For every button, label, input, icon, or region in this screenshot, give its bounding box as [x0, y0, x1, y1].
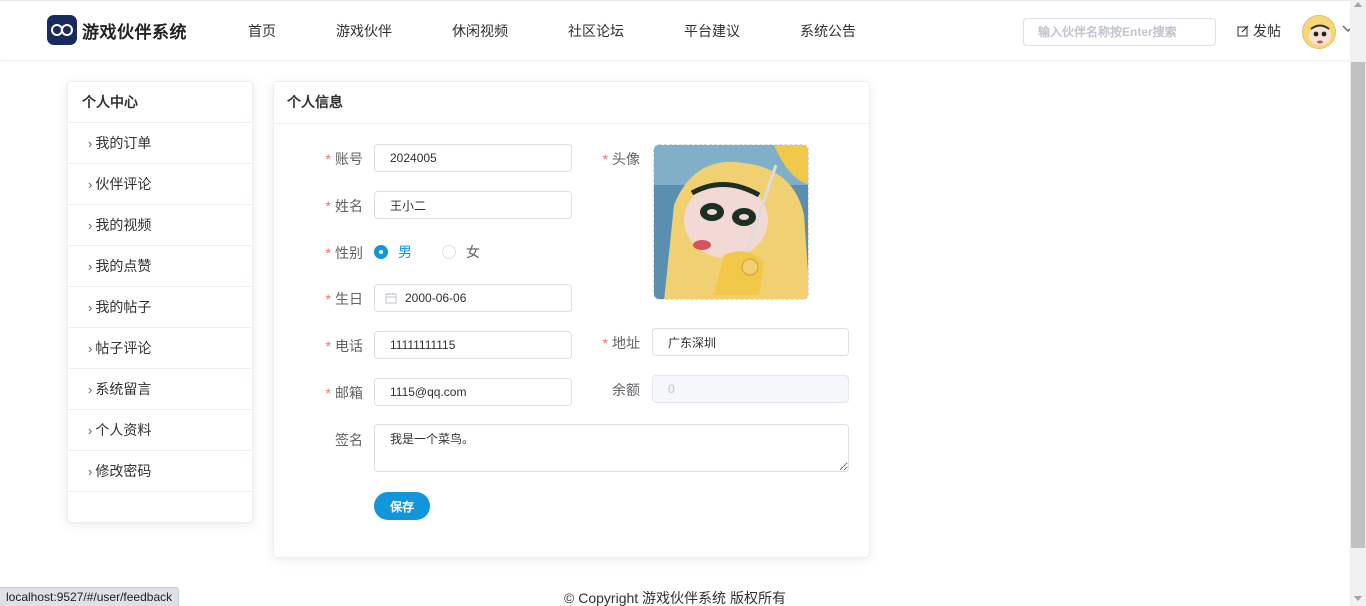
required-mark: *	[325, 245, 331, 261]
phone-field[interactable]	[374, 331, 572, 359]
name-field[interactable]	[374, 191, 572, 219]
main-nav: 首页 游戏伙伴 休闲视频 社区论坛 平台建议 系统公告	[230, 1, 898, 61]
app-name: 游戏伙伴系统	[82, 22, 187, 42]
avatar-image	[654, 145, 808, 299]
sidebar-item-label: 帖子评论	[95, 340, 152, 356]
radio-dot	[374, 245, 388, 259]
app-logo[interactable]: 游戏伙伴系统	[47, 15, 187, 45]
post-button[interactable]: 发帖	[1237, 21, 1281, 41]
account-field[interactable]	[374, 144, 572, 172]
required-mark: *	[602, 151, 608, 167]
balance-label: 余额	[612, 382, 640, 398]
sidebar-item-label: 系统留言	[95, 381, 152, 397]
sidebar-item-orders[interactable]: › 我的订单	[68, 123, 252, 164]
sidebar-item-change-password[interactable]: › 修改密码	[68, 451, 252, 492]
required-mark: *	[325, 151, 331, 167]
address-field[interactable]	[652, 328, 849, 356]
sidebar-item-my-videos[interactable]: › 我的视频	[68, 205, 252, 246]
radio-label: 女	[466, 244, 480, 260]
card-title: 个人信息	[274, 82, 869, 124]
chevron-right-icon: ›	[88, 423, 93, 438]
chevron-right-icon: ›	[88, 300, 93, 315]
logo-icon	[47, 15, 77, 45]
required-mark: *	[325, 338, 331, 354]
phone-label: * 电话	[325, 338, 363, 354]
user-center-sidebar: 个人中心 › 我的订单 › 伙伴评论 › 我的视频 › 我的点赞 › 我的帖子 › 帖子评论…	[67, 81, 253, 523]
email-field[interactable]	[374, 378, 572, 406]
sidebar-item-label: 我的视频	[95, 217, 152, 233]
gender-radio-female[interactable]: 女	[442, 242, 480, 262]
sidebar-item-my-posts[interactable]: › 我的帖子	[68, 287, 252, 328]
status-bar-url: localhost:9527/#/user/feedback	[0, 587, 180, 606]
chevron-right-icon: ›	[88, 464, 93, 479]
signature-textarea[interactable]: 我是一个菜鸟。	[374, 424, 849, 472]
post-label: 发帖	[1253, 23, 1281, 39]
edit-icon	[1237, 25, 1249, 37]
nav-item-game-partners[interactable]: 游戏伙伴	[318, 1, 410, 61]
radio-label: 男	[398, 244, 412, 260]
birthday-value: 2000-06-06	[405, 291, 467, 305]
nav-item-forum[interactable]: 社区论坛	[550, 1, 642, 61]
sidebar-item-label: 我的点赞	[95, 258, 152, 274]
avatar-upload[interactable]	[653, 144, 809, 300]
user-avatar[interactable]	[1302, 15, 1336, 49]
birthday-label: * 生日	[325, 291, 363, 307]
gender-label: * 性别	[325, 245, 363, 261]
sidebar-item-system-messages[interactable]: › 系统留言	[68, 369, 252, 410]
required-mark: *	[325, 385, 331, 401]
sidebar-item-post-comments[interactable]: › 帖子评论	[68, 328, 252, 369]
scrollbar-thumb[interactable]	[1351, 62, 1365, 548]
balance-field	[652, 375, 849, 403]
nav-item-suggestions[interactable]: 平台建议	[666, 1, 758, 61]
sidebar-item-partner-comments[interactable]: › 伙伴评论	[68, 164, 252, 205]
profile-card: 个人信息 *账号 *姓名 *性别 男 女 *生日 2000-06-06 *电话 …	[273, 81, 870, 558]
chevron-right-icon: ›	[88, 136, 93, 151]
nav-item-videos[interactable]: 休闲视频	[434, 1, 526, 61]
sidebar-item-profile[interactable]: › 个人资料	[68, 410, 252, 451]
chevron-right-icon: ›	[88, 218, 93, 233]
chevron-right-icon: ›	[88, 382, 93, 397]
sidebar-item-label: 修改密码	[95, 463, 152, 479]
chevron-right-icon: ›	[88, 259, 93, 274]
nav-item-announcements[interactable]: 系统公告	[782, 1, 874, 61]
sidebar-item-label: 个人资料	[95, 422, 152, 438]
gender-radio-male[interactable]: 男	[374, 242, 412, 262]
scroll-down-arrow[interactable]	[1354, 596, 1362, 601]
chevron-right-icon: ›	[88, 341, 93, 356]
radio-dot	[442, 245, 456, 259]
avatar-label: * 头像	[602, 151, 640, 167]
account-label: * 账号	[325, 151, 363, 167]
save-button[interactable]: 保存	[374, 492, 430, 520]
birthday-picker[interactable]: 2000-06-06	[374, 284, 572, 312]
footer-copyright: © Copyright 游戏伙伴系统 版权所有	[564, 590, 786, 606]
required-mark: *	[325, 291, 331, 307]
signature-label: 签名	[335, 432, 363, 448]
top-header: 游戏伙伴系统 首页 游戏伙伴 休闲视频 社区论坛 平台建议 系统公告 发帖	[0, 0, 1354, 61]
email-label: * 邮箱	[325, 385, 363, 401]
nav-item-home[interactable]: 首页	[230, 1, 294, 61]
sidebar-item-my-likes[interactable]: › 我的点赞	[68, 246, 252, 287]
chevron-right-icon: ›	[88, 177, 93, 192]
search-input[interactable]	[1023, 18, 1216, 46]
scroll-up-arrow[interactable]	[1354, 2, 1362, 7]
sidebar-item-label: 我的订单	[95, 135, 152, 151]
name-label: * 姓名	[325, 198, 363, 214]
required-mark: *	[602, 335, 608, 351]
sidebar-item-label: 伙伴评论	[95, 176, 152, 192]
required-mark: *	[325, 198, 331, 214]
calendar-icon	[385, 293, 397, 304]
sidebar-title: 个人中心	[68, 82, 252, 123]
address-label: * 地址	[602, 335, 640, 351]
sidebar-item-label: 我的帖子	[95, 299, 152, 315]
